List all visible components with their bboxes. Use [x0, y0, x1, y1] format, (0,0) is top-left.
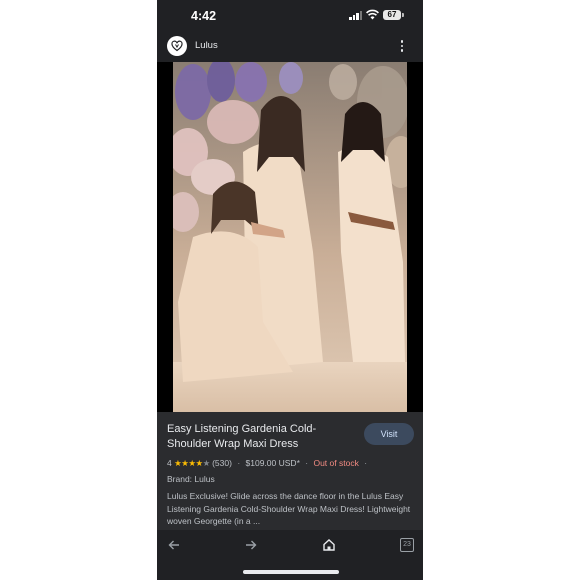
- rating-value: 4: [167, 458, 172, 468]
- home-icon[interactable]: [321, 537, 337, 553]
- battery-icon: 67: [383, 10, 404, 20]
- star-rating-icon: ★★★★★: [174, 458, 210, 468]
- product-title[interactable]: Easy Listening Gardenia Cold-Shoulder Wr…: [167, 422, 357, 452]
- heart-logo-icon: [171, 40, 183, 52]
- tab-switcher-icon[interactable]: 23: [400, 538, 414, 552]
- price: $109.00 USD*: [245, 458, 300, 468]
- product-image[interactable]: [173, 62, 407, 412]
- cellular-signal-icon: [349, 11, 362, 20]
- product-image-frame: [157, 62, 423, 412]
- site-logo-icon[interactable]: [167, 36, 187, 56]
- product-info-card[interactable]: Easy Listening Gardenia Cold-Shoulder Wr…: [157, 412, 423, 530]
- separator: ·: [364, 458, 368, 468]
- review-count: (530): [212, 458, 232, 468]
- more-options-icon[interactable]: [397, 38, 407, 54]
- site-name[interactable]: Lulus: [195, 40, 218, 51]
- home-indicator[interactable]: [243, 570, 339, 574]
- visit-button[interactable]: Visit: [364, 423, 414, 445]
- separator: ·: [237, 458, 241, 468]
- separator: ·: [305, 458, 309, 468]
- site-header: Lulus: [157, 32, 423, 60]
- brand: Brand: Lulus: [167, 474, 215, 484]
- stock-status: Out of stock: [313, 458, 359, 468]
- browser-toolbar: 23: [157, 530, 423, 560]
- phone-screen: 4:42 67 Lulus Easy Listening Gardenia Co…: [157, 0, 423, 580]
- status-bar: 4:42 67: [157, 0, 423, 32]
- back-arrow-icon[interactable]: [166, 537, 182, 553]
- product-description: Lulus Exclusive! Glide across the dance …: [167, 491, 411, 526]
- forward-arrow-icon[interactable]: [243, 537, 259, 553]
- status-time: 4:42: [191, 9, 217, 23]
- wifi-icon: [366, 9, 379, 20]
- product-meta: 4 ★★★★★ (530) · $109.00 USD* · Out of st…: [167, 458, 370, 469]
